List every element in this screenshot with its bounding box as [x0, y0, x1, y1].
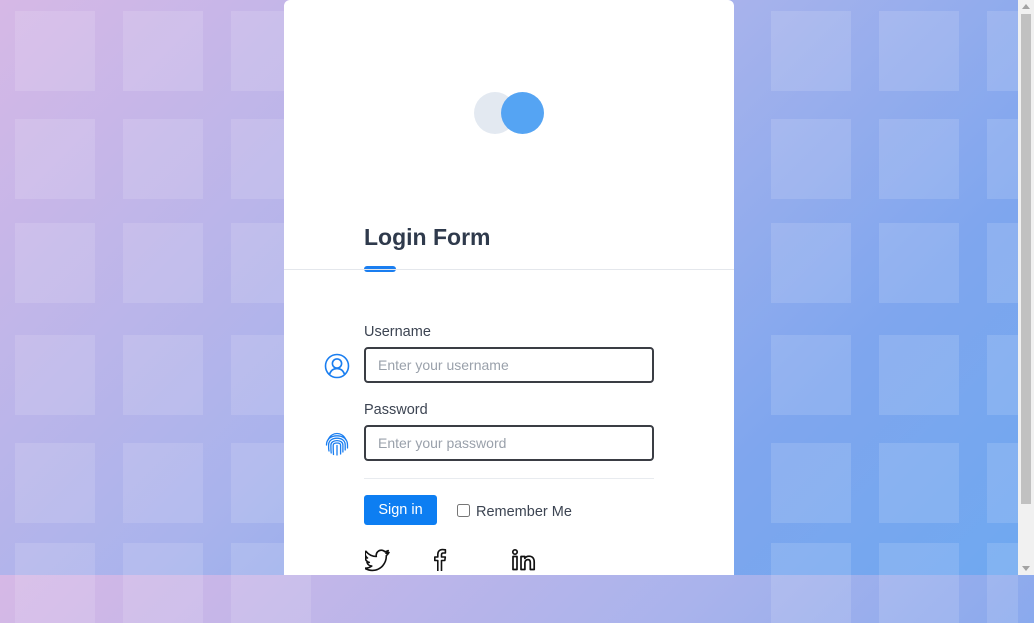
- background-tile: [879, 223, 959, 303]
- background-tile: [987, 543, 1018, 623]
- background-tile: [771, 335, 851, 415]
- background-tile: [123, 543, 203, 623]
- background-tile: [987, 223, 1018, 303]
- background-tile: [987, 443, 1018, 523]
- logo: [474, 92, 544, 134]
- background-tile: [15, 543, 95, 623]
- background-tile: [879, 119, 959, 199]
- background-tile: [15, 119, 95, 199]
- background-tile: [879, 335, 959, 415]
- background-tile: [879, 443, 959, 523]
- background-tile: [15, 335, 95, 415]
- form-title: Login Form: [364, 224, 491, 250]
- background-tile: [15, 223, 95, 303]
- logo-circle-front: [501, 92, 544, 134]
- background-tile: [123, 443, 203, 523]
- login-card: Login Form Username Password Sign in Rem…: [284, 0, 734, 575]
- background-tile: [771, 223, 851, 303]
- username-input[interactable]: [364, 347, 654, 383]
- background-tile: [771, 543, 851, 623]
- remember-me-label: Remember Me: [476, 504, 572, 520]
- background-tile: [987, 335, 1018, 415]
- background-tile: [15, 11, 95, 91]
- linkedin-icon[interactable]: [511, 548, 537, 572]
- background-tile: [771, 443, 851, 523]
- background-tile: [987, 119, 1018, 199]
- user-icon: [324, 353, 350, 379]
- scrollbar-thumb[interactable]: [1021, 14, 1031, 504]
- remember-me[interactable]: Remember Me: [457, 500, 572, 520]
- facebook-icon[interactable]: [427, 548, 453, 572]
- username-label: Username: [364, 324, 431, 340]
- twitter-icon[interactable]: [365, 548, 391, 572]
- background-tile: [123, 119, 203, 199]
- sign-in-button[interactable]: Sign in: [364, 495, 437, 525]
- header-divider: [284, 269, 734, 270]
- form-separator: [364, 478, 654, 479]
- background-tile: [123, 11, 203, 91]
- fingerprint-icon: [325, 432, 349, 456]
- background-tile: [123, 335, 203, 415]
- background-tile: [879, 11, 959, 91]
- password-label: Password: [364, 402, 428, 418]
- scroll-down-arrow-icon[interactable]: [1022, 566, 1030, 571]
- password-input[interactable]: [364, 425, 654, 461]
- background-tile: [987, 11, 1018, 91]
- background-tile: [15, 443, 95, 523]
- background-tile: [879, 543, 959, 623]
- vertical-scrollbar[interactable]: [1018, 0, 1034, 575]
- background-tile: [123, 223, 203, 303]
- scroll-up-arrow-icon[interactable]: [1022, 4, 1030, 9]
- background-tile: [771, 11, 851, 91]
- remember-me-checkbox[interactable]: [457, 503, 470, 517]
- background-tile: [771, 119, 851, 199]
